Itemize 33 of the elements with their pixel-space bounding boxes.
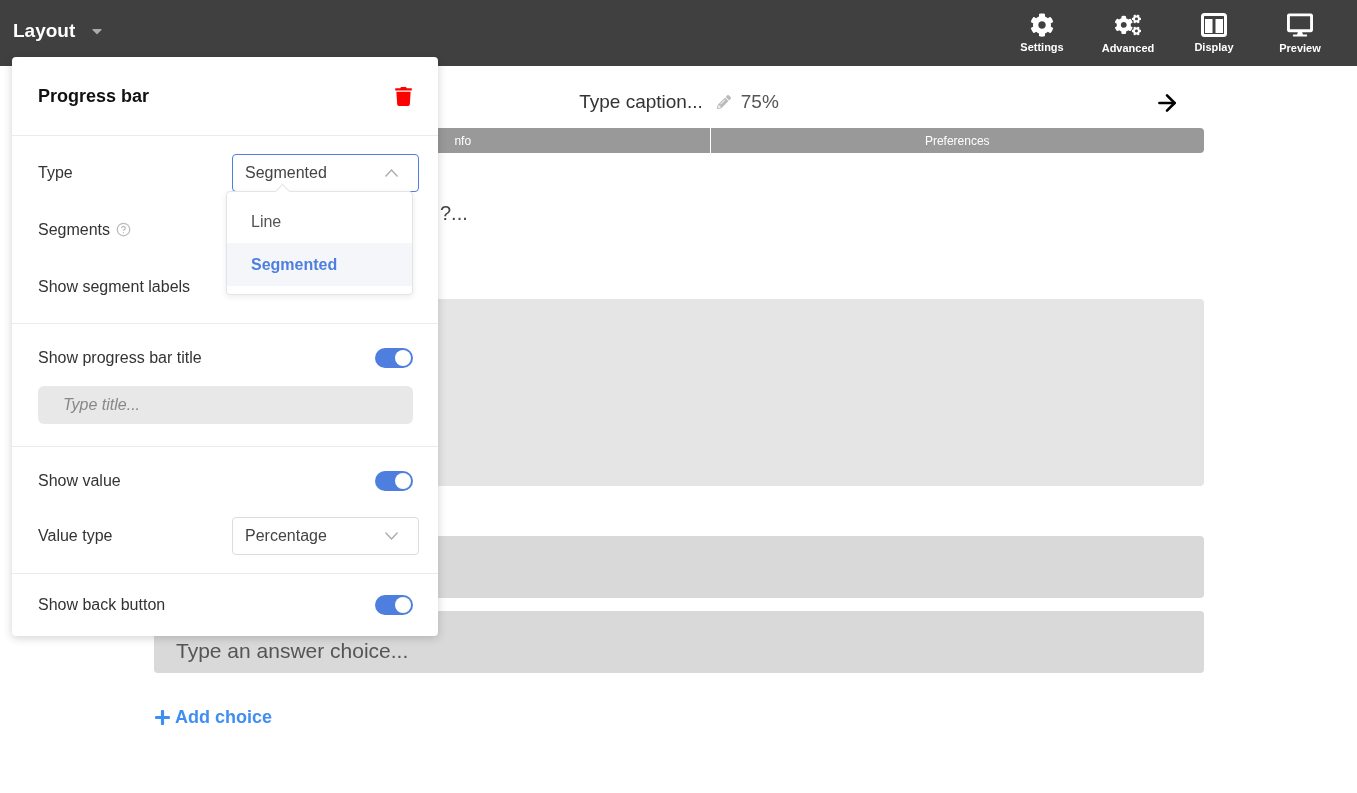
field-label: Show value <box>38 472 121 490</box>
toolbar-button[interactable]: Advanced <box>1085 12 1171 54</box>
field-label: Show segment labels <box>38 277 191 296</box>
panel-title: Progress bar <box>38 85 150 107</box>
layout-menu[interactable]: Layout <box>13 20 106 42</box>
caption-text: Type caption... <box>579 91 703 113</box>
toolbar-button[interactable]: Preview <box>1257 12 1343 54</box>
field-label: Value type <box>38 527 113 545</box>
chevron-up-icon <box>385 168 398 177</box>
dropdown-option[interactable]: Segmented <box>227 243 412 286</box>
toggle-switch[interactable] <box>375 348 413 368</box>
field-label: Type <box>38 163 73 182</box>
question-text: ?... <box>440 201 469 225</box>
toggle-switch[interactable] <box>375 595 413 615</box>
gear-icon <box>1030 13 1054 37</box>
chevron-down-icon <box>385 532 398 540</box>
field-label: Show progress bar title <box>38 349 202 367</box>
toolbar-button[interactable]: Settings <box>999 13 1085 53</box>
monitor-icon <box>1287 12 1313 38</box>
field-label: Segments <box>38 220 111 239</box>
toggle-switch[interactable] <box>375 471 413 491</box>
type-select[interactable]: Percentage <box>232 517 419 555</box>
title-input[interactable]: Type title... <box>38 386 413 424</box>
columns-icon <box>1201 13 1227 37</box>
toolbar-button[interactable]: Display <box>1171 13 1257 53</box>
progress-value: 75% <box>740 91 779 113</box>
type-select[interactable]: Segmented <box>232 153 419 192</box>
dropdown-option[interactable]: Line <box>227 200 412 243</box>
plus-icon <box>154 709 171 726</box>
delete-button[interactable] <box>394 86 413 106</box>
field-label: Show back button <box>38 596 166 614</box>
progress-segment: Preferences <box>710 128 1204 153</box>
gears-icon <box>1115 12 1141 38</box>
